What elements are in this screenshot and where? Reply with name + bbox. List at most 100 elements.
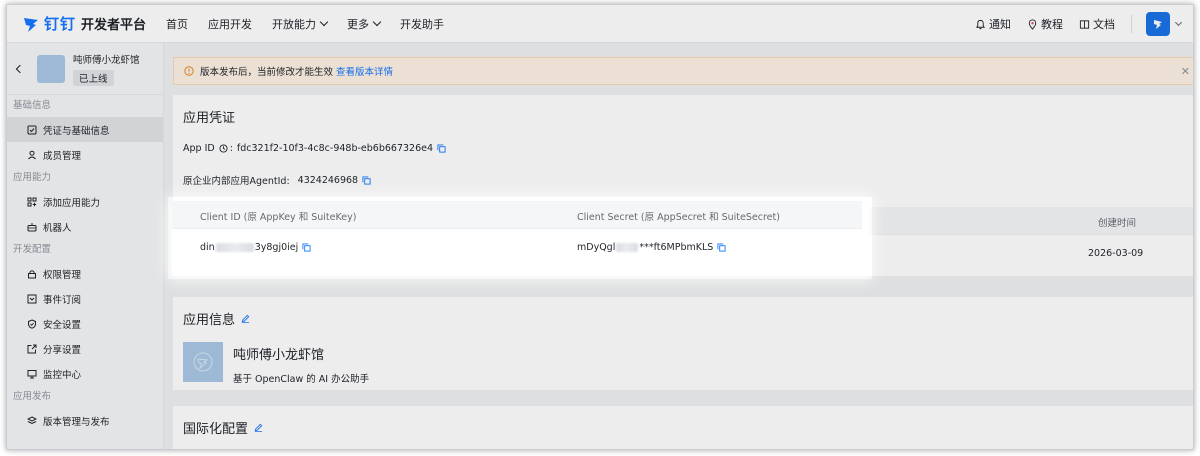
nav-app-dev[interactable]: 应用开发 xyxy=(208,16,252,32)
notify-button[interactable]: 通知 xyxy=(975,16,1011,32)
agent-id-row: 原企业内部应用AgentId: 4324246968 xyxy=(183,173,371,187)
status-badge: 已上线 xyxy=(73,69,114,86)
notify-label: 通知 xyxy=(989,18,1011,31)
grid-add-icon xyxy=(27,197,37,206)
shield-icon xyxy=(28,318,36,329)
redacted-mask xyxy=(215,243,254,252)
sidebar-item-permissions[interactable]: 权限管理 xyxy=(7,261,163,286)
tutorial-button[interactable]: 教程 xyxy=(1027,16,1063,32)
user-icon xyxy=(28,150,36,159)
sidebar-item-label: 安全设置 xyxy=(43,319,82,331)
app-info-card: 应用信息 吨师傅小龙虾馆 基于 OpenClaw 的 AI 办公助手 xyxy=(173,297,1193,390)
divider xyxy=(1131,15,1132,33)
avatar-mark-icon xyxy=(1154,20,1162,29)
app-info-title-text: 应用信息 xyxy=(183,313,236,328)
section-dev-config: 开发配置 xyxy=(13,244,52,255)
table-row: din 3y8gj0iej mDyQgl ***ft6MPbmKLS xyxy=(172,229,862,265)
sidebar-item-monitor[interactable]: 监控中心 xyxy=(7,361,163,386)
logo[interactable]: 钉钉 开发者平台 xyxy=(21,13,146,34)
edit-icon[interactable] xyxy=(241,314,250,323)
notice-text: 版本发布后，当前修改才能生效 xyxy=(200,67,334,78)
sidebar-item-label: 事件订阅 xyxy=(43,294,82,306)
sidebar-item-members[interactable]: 成员管理 xyxy=(7,142,163,167)
i18n-title-text: 国际化配置 xyxy=(183,422,249,437)
i18n-title: 国际化配置 xyxy=(183,418,263,437)
nav-open-capability[interactable]: 开放能力 xyxy=(272,16,329,32)
app-info-title: 应用信息 xyxy=(183,309,250,328)
platform-name: 开发者平台 xyxy=(81,18,147,33)
lock-icon xyxy=(28,269,36,278)
column-client-id: Client ID (原 AppKey 和 SuiteKey) xyxy=(200,212,357,223)
app-info-body: 吨师傅小龙虾馆 基于 OpenClaw 的 AI 办公助手 xyxy=(183,342,369,385)
sidebar-app-name: 吨师傅小龙虾馆 xyxy=(73,54,140,66)
highlight-spotlight: Client ID (原 AppKey 和 SuiteKey) Client S… xyxy=(172,201,868,275)
nav-dev-assistant[interactable]: 开发助手 xyxy=(400,16,444,32)
sidebar-item-label: 机器人 xyxy=(43,222,72,234)
client-secret-cell: mDyQgl ***ft6MPbmKLS xyxy=(577,242,726,253)
edit-icon[interactable] xyxy=(254,423,263,432)
app-logo xyxy=(183,342,223,382)
chevron-down-icon[interactable] xyxy=(1174,18,1183,27)
dingtalk-logo-icon xyxy=(24,17,38,32)
app-description: 基于 OpenClaw 的 AI 办公助手 xyxy=(233,374,370,385)
sidebar-item-robot[interactable]: 机器人 xyxy=(7,214,163,239)
nav-home[interactable]: 首页 xyxy=(166,16,188,32)
secret-suffix: ***ft6MPbmKLS xyxy=(639,242,714,253)
sidebar: 吨师傅小龙虾馆 已上线 基础信息 凭证与基础信息 成员管理 应用能力 添加应用能… xyxy=(7,43,164,449)
section-basic-info: 基础信息 xyxy=(13,100,52,111)
client-id-suffix: 3y8gj0iej xyxy=(254,242,299,253)
release-notice: 版本发布后，当前修改才能生效 查看版本详情 ✕ xyxy=(173,57,1193,85)
logo-text: 钉钉 xyxy=(44,16,77,33)
app-logo-icon xyxy=(193,352,213,372)
chevron-down-icon xyxy=(372,17,382,27)
app-id-row: App ID : fdc321f2-10f3-4c8c-948b-eb6b667… xyxy=(183,143,446,154)
view-version-link[interactable]: 查看版本详情 xyxy=(336,64,393,78)
location-pin-icon xyxy=(1028,18,1037,30)
monitor-icon xyxy=(27,369,37,378)
nav-open-capability-label: 开放能力 xyxy=(272,17,317,31)
copy-icon[interactable] xyxy=(362,175,371,185)
app-thumbnail xyxy=(37,54,65,83)
chevron-down-icon xyxy=(319,17,329,27)
bell-icon xyxy=(975,19,986,29)
agent-id-label: 原企业内部应用AgentId: xyxy=(183,176,290,187)
redacted-mask xyxy=(616,243,639,252)
copy-icon[interactable] xyxy=(437,144,446,153)
i18n-card: 国际化配置 xyxy=(173,406,1193,449)
client-table-header: Client ID (原 AppKey 和 SuiteKey) Client S… xyxy=(172,201,862,229)
sidebar-item-share[interactable]: 分享设置 xyxy=(7,336,163,361)
app-id-label: App ID xyxy=(183,143,215,154)
user-avatar[interactable] xyxy=(1146,12,1170,36)
sidebar-item-security[interactable]: 安全设置 xyxy=(7,311,163,336)
column-created: 创建时间 xyxy=(1098,218,1137,229)
main-nav: 首页 应用开发 开放能力 更多 开发助手 xyxy=(166,16,464,32)
sidebar-item-versions[interactable]: 版本管理与发布 xyxy=(7,408,163,433)
sidebar-item-credentials[interactable]: 凭证与基础信息 xyxy=(7,117,163,142)
close-icon[interactable]: ✕ xyxy=(1181,65,1190,78)
client-id-prefix: din xyxy=(200,242,215,253)
app-window: 钉钉 开发者平台 首页 应用开发 开放能力 更多 开发助手 通知 教程 文档 吨… xyxy=(6,4,1194,450)
credentials-title: 应用凭证 xyxy=(183,111,236,126)
sidebar-item-label: 监控中心 xyxy=(43,369,82,381)
nav-more[interactable]: 更多 xyxy=(347,16,382,32)
nav-more-label: 更多 xyxy=(347,17,370,31)
section-app-capability: 应用能力 xyxy=(13,172,52,183)
sidebar-item-label: 成员管理 xyxy=(43,150,82,162)
sidebar-item-events[interactable]: 事件订阅 xyxy=(7,286,163,311)
app-name: 吨师傅小龙虾馆 xyxy=(233,348,325,363)
sidebar-item-label: 凭证与基础信息 xyxy=(43,125,110,137)
app-header: 吨师傅小龙虾馆 已上线 xyxy=(7,43,163,95)
credential-icon xyxy=(27,125,37,134)
copy-icon[interactable] xyxy=(717,243,726,252)
agent-id-value: 4324246968 xyxy=(297,174,359,186)
sidebar-item-label: 分享设置 xyxy=(43,344,82,356)
app-id-value: fdc321f2-10f3-4c8c-948b-eb6b667326e4 xyxy=(236,143,434,154)
nav-home-label: 首页 xyxy=(166,17,189,31)
copy-icon[interactable] xyxy=(302,243,311,252)
client-id-cell: din 3y8gj0iej xyxy=(200,242,311,253)
sidebar-item-add-capability[interactable]: 添加应用能力 xyxy=(7,189,163,214)
book-icon xyxy=(1079,19,1090,29)
back-arrow-icon[interactable] xyxy=(15,64,25,73)
docs-button[interactable]: 文档 xyxy=(1079,16,1115,32)
nav-app-dev-label: 应用开发 xyxy=(208,17,253,31)
